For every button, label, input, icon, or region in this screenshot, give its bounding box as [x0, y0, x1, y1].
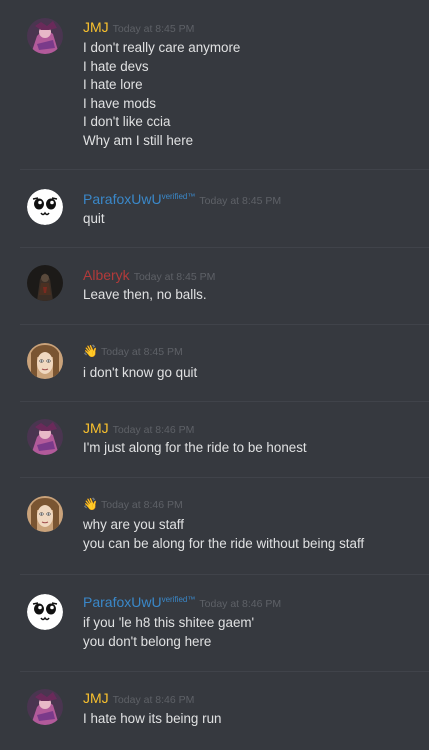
message-header: ParafoxUwUverified™ Today at 8:45 PM — [83, 190, 281, 210]
message-line: i don't know go quit — [83, 365, 198, 380]
username[interactable]: JMJ — [83, 19, 109, 35]
timestamp: Today at 8:45 PM — [199, 195, 282, 207]
message-header: 👋 Today at 8:45 PM — [83, 342, 183, 361]
message-header: ParafoxUwUverified™ Today at 8:46 PM — [83, 593, 281, 613]
message-content: I'm just along for the ride to be honest — [83, 439, 307, 458]
message-content: why are you staff you can be along for t… — [83, 516, 364, 553]
wave-user-avatar[interactable] — [27, 496, 63, 532]
message-line: quit — [83, 211, 105, 226]
message-content: Leave then, no balls. — [83, 286, 207, 305]
message-content: if you 'le h8 this shitee gaem' you don'… — [83, 614, 254, 651]
message-content: I don't really care anymore I hate devs … — [83, 39, 240, 150]
message-line: why are you staff — [83, 517, 184, 532]
message-divider — [20, 324, 429, 325]
timestamp: Today at 8:46 PM — [112, 424, 195, 436]
message-content: quit — [83, 210, 105, 229]
verified-badge: verified™ — [161, 192, 196, 201]
message-divider — [20, 169, 429, 170]
parafox-avatar[interactable] — [27, 594, 63, 630]
message-divider — [20, 401, 429, 402]
message-line: Leave then, no balls. — [83, 287, 207, 302]
username[interactable]: JMJ — [83, 690, 109, 706]
timestamp: Today at 8:46 PM — [199, 598, 282, 610]
username[interactable]: ParafoxUwU — [83, 191, 162, 207]
message-header: JMJ Today at 8:46 PM — [83, 419, 194, 439]
message-header: Alberyk Today at 8:45 PM — [83, 266, 215, 286]
message-header: JMJ Today at 8:46 PM — [83, 689, 194, 709]
jmj-avatar[interactable] — [27, 419, 63, 455]
timestamp: Today at 8:45 PM — [133, 271, 216, 283]
username[interactable]: JMJ — [83, 420, 109, 436]
message-line: you don't belong here — [83, 633, 212, 649]
message-header: 👋 Today at 8:46 PM — [83, 495, 183, 514]
jmj-avatar[interactable] — [27, 18, 63, 54]
message-line: I don't like ccia — [83, 114, 171, 129]
message-divider — [20, 477, 429, 478]
message-divider — [20, 671, 429, 672]
message-line: I have mods — [83, 95, 156, 111]
message-divider — [20, 574, 429, 575]
message-line: if you 'le h8 this shitee gaem' — [83, 615, 255, 630]
message-line: I hate lore — [83, 77, 143, 92]
verified-badge: verified™ — [161, 595, 196, 604]
username[interactable]: Alberyk — [83, 267, 130, 283]
message-line: I hate devs — [83, 58, 149, 74]
wave-user-avatar[interactable] — [27, 343, 63, 379]
message-line: I hate how its being run — [83, 711, 222, 726]
message-line: you can be along for the ride without be… — [83, 535, 365, 551]
message-line: I'm just along for the ride to be honest — [83, 440, 307, 455]
timestamp: Today at 8:46 PM — [112, 694, 195, 706]
username[interactable]: ParafoxUwU — [83, 594, 162, 610]
message-header: JMJ Today at 8:45 PM — [83, 18, 194, 38]
timestamp: Today at 8:46 PM — [101, 499, 183, 511]
username[interactable]: 👋 — [83, 495, 98, 513]
jmj-avatar[interactable] — [27, 689, 63, 725]
message-divider — [20, 247, 429, 248]
message-line: I don't really care anymore — [83, 40, 241, 55]
message-line: Why am I still here — [83, 132, 194, 148]
message-content: i don't know go quit — [83, 364, 197, 383]
timestamp: Today at 8:45 PM — [112, 23, 195, 35]
parafox-avatar[interactable] — [27, 189, 63, 225]
username[interactable]: 👋 — [83, 342, 98, 360]
message-content: I hate how its being run — [83, 710, 221, 729]
chat-message-list: JMJ Today at 8:45 PM I don't really care … — [0, 0, 429, 750]
alberyk-avatar[interactable] — [27, 265, 63, 301]
timestamp: Today at 8:45 PM — [101, 346, 183, 358]
